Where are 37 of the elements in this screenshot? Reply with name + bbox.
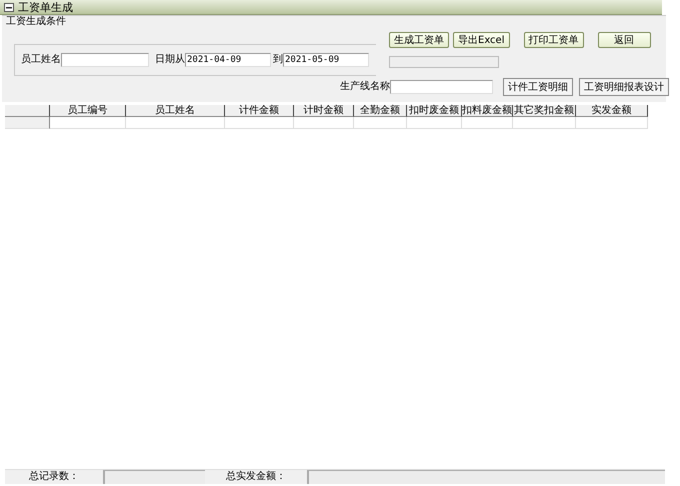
column-header[interactable]: 实发金额 [576, 105, 648, 117]
production-line-field[interactable] [390, 80, 493, 94]
action-button[interactable]: 导出Excel [453, 32, 510, 48]
table-cell [294, 117, 354, 129]
table-cell [462, 117, 513, 129]
row-header-cell[interactable] [5, 117, 50, 129]
table-cell [354, 117, 407, 129]
table-cell [513, 117, 576, 129]
column-header[interactable]: 全勤金额 [354, 105, 407, 117]
window-menu-icon[interactable] [4, 2, 14, 12]
action-button[interactable]: 返回 [598, 32, 650, 48]
column-header[interactable]: 其它奖扣金额 [513, 105, 576, 117]
field-label: 生产线名称 [340, 80, 390, 94]
column-header[interactable]: 扣料废金额 [462, 105, 513, 117]
table-cell [407, 117, 462, 129]
table-cell [225, 117, 294, 129]
column-header[interactable]: 计件金额 [225, 105, 294, 117]
detail-button[interactable]: 计件工资明细 [503, 78, 573, 96]
field-label: 日期从 [155, 53, 185, 67]
field-label: 到 [273, 53, 283, 67]
action-button[interactable]: 打印工资单 [524, 32, 584, 48]
column-header[interactable]: 扣时废金额 [407, 105, 462, 117]
table-cell [576, 117, 648, 129]
window-title: 工资单生成 [18, 0, 73, 14]
status-label: 总记录数： [28, 470, 80, 484]
date-from-field[interactable]: 2021-04-09 [185, 53, 271, 67]
date-to-field[interactable]: 2021-05-09 [283, 53, 369, 67]
group-title: 工资生成条件 [6, 16, 66, 28]
action-button[interactable]: 生成工资单 [389, 32, 449, 48]
column-header[interactable]: 员工姓名 [126, 105, 225, 117]
row-header-corner [5, 105, 50, 117]
detail-button[interactable]: 工资明细报表设计 [579, 78, 669, 96]
field-label: 员工姓名 [21, 53, 61, 67]
column-header[interactable]: 计时金额 [294, 105, 354, 117]
column-header[interactable]: 员工编号 [50, 105, 126, 117]
employee-name-field[interactable] [61, 53, 149, 67]
status-label: 总实发金额： [225, 470, 287, 484]
